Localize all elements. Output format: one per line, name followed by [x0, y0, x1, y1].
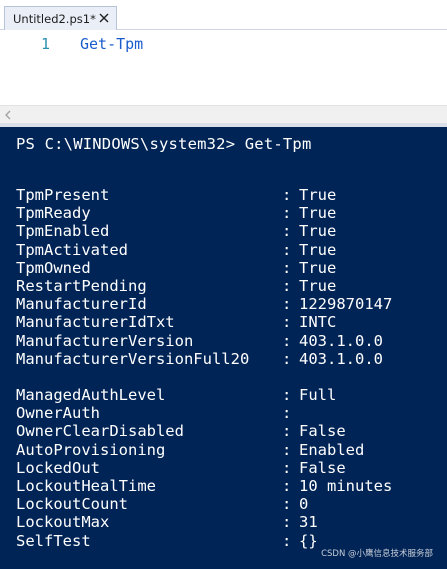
property-value: 1229870147 — [299, 295, 393, 314]
property-value: True — [299, 222, 337, 241]
code-line[interactable]: Get-Tpm — [80, 35, 143, 53]
property-separator: : — [282, 531, 292, 550]
watermark: CSDN @小鹰信息技术服务部 — [321, 549, 433, 559]
property-separator: : — [282, 458, 292, 477]
property-name: OwnerAuth — [16, 404, 100, 423]
output-row: LockoutHealTime:10 minutes — [16, 477, 436, 495]
property-name: ManufacturerIdTxt — [16, 313, 175, 332]
property-separator: : — [282, 331, 292, 350]
output-row: AutoProvisioning: Enabled — [16, 441, 436, 459]
powershell-ise-window: Untitled2.ps1* 1 Get-Tpm PS C:\WINDOWS\s… — [0, 0, 447, 569]
property-separator: : — [282, 477, 292, 495]
property-name: LockoutCount — [16, 495, 128, 514]
output-row: LockoutMax:31 — [16, 513, 436, 531]
property-value: False — [299, 458, 346, 477]
output-row: ManagedAuthLevel: Full — [16, 386, 436, 404]
property-name: LockedOut — [16, 458, 100, 477]
output-row: TpmPresent: True — [16, 186, 436, 204]
property-separator: : — [282, 404, 292, 423]
property-separator: : — [282, 295, 292, 314]
property-value: True — [299, 258, 337, 277]
line-number: 1 — [40, 35, 50, 53]
tab-untitled2[interactable]: Untitled2.ps1* — [4, 6, 117, 30]
property-separator: : — [282, 349, 292, 368]
property-name: TpmEnabled — [16, 222, 110, 241]
property-separator: : — [282, 440, 292, 459]
property-name: ManagedAuthLevel — [16, 386, 166, 405]
property-name: AutoProvisioning — [16, 440, 166, 459]
property-value: INTC — [299, 313, 337, 332]
property-name: ManufacturerVersionFull20 — [16, 349, 250, 368]
property-name: TpmReady — [16, 204, 91, 223]
console-pane[interactable]: PS C:\WINDOWS\system32> Get-Tpm TpmPrese… — [0, 127, 447, 569]
property-value: True — [299, 204, 337, 223]
property-separator: : — [282, 222, 292, 241]
property-value: 403.1.0.0 — [299, 331, 383, 350]
property-separator: : — [282, 240, 292, 259]
property-name: LockoutHealTime — [16, 477, 156, 495]
property-separator: : — [282, 186, 292, 204]
output-row: OwnerClearDisabled: False — [16, 422, 436, 440]
output-row: LockoutCount:0 — [16, 495, 436, 513]
property-name: LockoutMax — [16, 513, 110, 532]
property-name: ManufacturerId — [16, 295, 147, 314]
property-name: OwnerClearDisabled — [16, 422, 184, 441]
property-name: SelfTest — [16, 531, 91, 550]
property-separator: : — [282, 313, 292, 332]
output-row: ManufacturerVersion:403.1.0.0 — [16, 332, 436, 350]
property-value: {} — [299, 531, 318, 550]
horizontal-scrollbar[interactable] — [0, 105, 447, 123]
property-name: TpmActivated — [16, 240, 128, 259]
property-value: Full — [299, 386, 337, 405]
output-row: TpmEnabled: True — [16, 222, 436, 240]
property-value: 0 — [299, 495, 309, 514]
output-row: TpmOwned: True — [16, 259, 436, 277]
output-row: TpmActivated: True — [16, 241, 436, 259]
tab-strip: Untitled2.ps1* — [0, 0, 447, 30]
property-name: TpmPresent — [16, 186, 110, 204]
property-value: Enabled — [299, 440, 365, 459]
script-editor[interactable]: 1 Get-Tpm — [0, 30, 447, 105]
output-row: LockedOut: False — [16, 459, 436, 477]
property-name: TpmOwned — [16, 258, 91, 277]
property-separator: : — [282, 495, 292, 514]
property-separator: : — [282, 386, 292, 405]
output-row: RestartPending: True — [16, 277, 436, 295]
console-prompt: PS C:\WINDOWS\system32> Get-Tpm — [16, 135, 312, 153]
property-value: False — [299, 422, 346, 441]
property-value: 403.1.0.0 — [299, 349, 383, 368]
output-row: ManufacturerId:1229870147 — [16, 295, 436, 313]
property-separator: : — [282, 276, 292, 295]
property-value: True — [299, 276, 337, 295]
property-separator: : — [282, 422, 292, 441]
property-separator: : — [282, 258, 292, 277]
tab-label: Untitled2.ps1* — [13, 11, 96, 26]
tpm-output-list: TpmPresent: True TpmReady: True TpmEnabled… — [16, 186, 436, 550]
output-row: OwnerAuth: — [16, 404, 436, 422]
chevron-left-icon[interactable] — [3, 109, 13, 121]
property-value: True — [299, 186, 337, 204]
property-name: RestartPending — [16, 276, 147, 295]
property-value: 31 — [299, 513, 318, 532]
output-row: TpmReady: True — [16, 204, 436, 222]
property-separator: : — [282, 513, 292, 532]
property-separator: : — [282, 204, 292, 223]
property-name: ManufacturerVersion — [16, 331, 194, 350]
output-row: ManufacturerIdTxt: INTC — [16, 313, 436, 331]
close-icon[interactable] — [98, 12, 110, 24]
property-value: True — [299, 240, 337, 259]
property-value: 10 minutes — [299, 477, 393, 495]
output-row: ManufacturerVersionFull20:403.1.0.0 — [16, 350, 436, 368]
